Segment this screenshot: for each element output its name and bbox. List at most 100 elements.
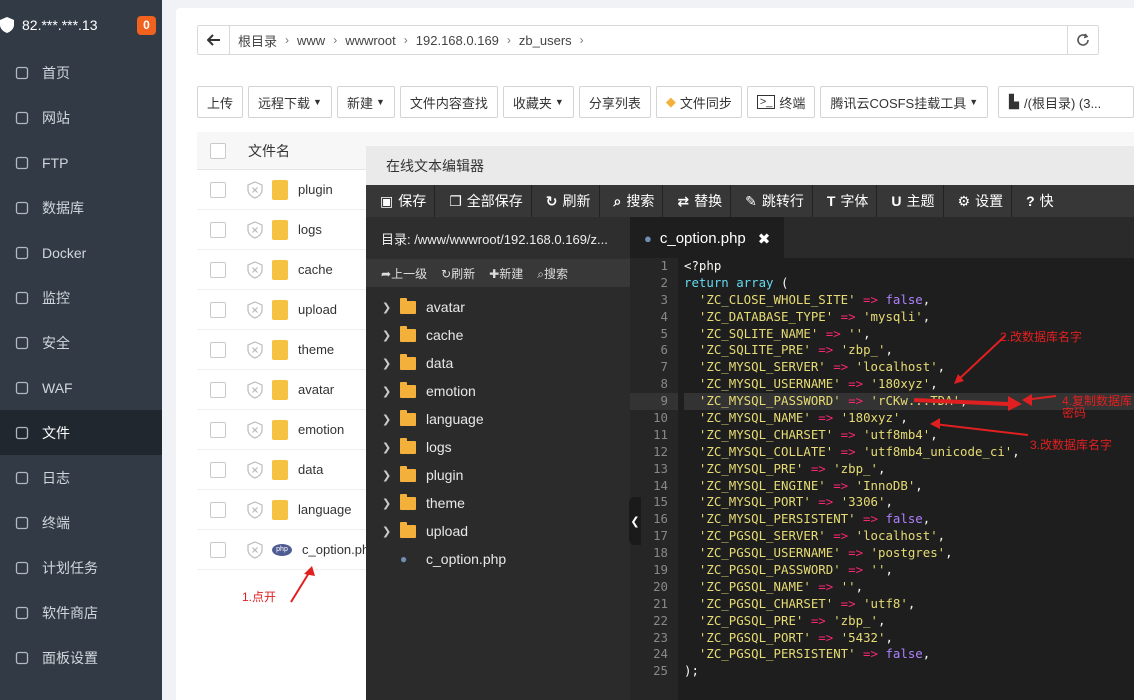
tree-folder[interactable]: ❯ theme (366, 489, 630, 517)
row-checkbox[interactable] (210, 501, 226, 518)
goto-line-button[interactable]: ✎ 跳转行 (731, 185, 813, 217)
sidebar-item-10[interactable]: 终端 (0, 500, 162, 545)
protect-shield-icon[interactable] (246, 380, 264, 399)
up-level-button[interactable]: ➦上一级 (381, 265, 427, 282)
breadcrumb-segment[interactable]: 192.168.0.169 (408, 33, 507, 48)
sidebar-item-11[interactable]: 计划任务 (0, 545, 162, 590)
protect-shield-icon[interactable] (246, 340, 264, 359)
theme-icon: U (891, 193, 902, 209)
row-checkbox[interactable] (210, 221, 226, 238)
new-button[interactable]: 新建 ▼ (336, 86, 395, 118)
file-sync-button[interactable]: ◆ 文件同步 (655, 86, 742, 118)
file-name[interactable]: cache (298, 262, 333, 277)
breadcrumb-segment[interactable]: www (289, 33, 333, 48)
sidebar-item-5[interactable]: 监控 (0, 275, 162, 320)
save-all-button[interactable]: ❐ 全部保存 (435, 185, 532, 217)
file-name[interactable]: upload (298, 302, 337, 317)
code-area[interactable]: 1 2 3 4 5 6 7 8 9 10 11 12 13 14 15 16 17 18 19 20 21 22 23 24 2… (630, 258, 1134, 700)
row-checkbox[interactable] (210, 461, 226, 478)
row-checkbox[interactable] (210, 421, 226, 438)
tree-folder[interactable]: ❯ data (366, 349, 630, 377)
refresh-icon: ↻ (545, 192, 558, 209)
row-checkbox[interactable] (210, 181, 226, 198)
refresh-button[interactable] (1067, 26, 1098, 54)
tree-folder[interactable]: ❯ cache (366, 321, 630, 349)
replace-button[interactable]: ⇄ 替换 (663, 185, 732, 217)
tree-folder[interactable]: ❯ emotion (366, 377, 630, 405)
terminal-button[interactable]: >_ 终端 (746, 86, 816, 118)
file-name[interactable]: logs (298, 222, 322, 237)
tab-c-option-php[interactable]: ● c_option.php ✖ (630, 217, 785, 258)
refresh-button[interactable]: ↻ 刷新 (532, 185, 600, 217)
chevron-right-icon: ❯ (382, 301, 392, 314)
share-list-button[interactable]: 分享列表 (578, 86, 651, 118)
tree-folder[interactable]: ❯ language (366, 405, 630, 433)
tree-new-button[interactable]: ✚新建 (489, 265, 523, 282)
sidebar-item-9[interactable]: 日志 (0, 455, 162, 500)
file-name[interactable]: theme (298, 342, 334, 357)
file-name[interactable]: plugin (298, 182, 333, 197)
remote-download-button[interactable]: 远程下载 ▼ (248, 86, 332, 118)
back-button[interactable] (198, 26, 230, 54)
settings-button[interactable]: ⚙ 设置 (944, 185, 1013, 217)
file-name[interactable]: avatar (298, 382, 334, 397)
code-line: 'ZC_DATABASE_TYPE' => 'mysqli', (698, 308, 931, 324)
file-name[interactable]: language (298, 502, 352, 517)
file-name[interactable]: data (298, 462, 323, 477)
sidebar-item-1[interactable]: 网站 (0, 95, 162, 140)
tree-file[interactable]: ● c_option.php (366, 545, 630, 573)
font-button[interactable]: T 字体 (813, 185, 878, 217)
close-icon[interactable]: ✖ (758, 230, 771, 248)
protect-shield-icon[interactable] (246, 300, 264, 319)
protect-shield-icon[interactable] (246, 420, 264, 439)
protect-shield-icon[interactable] (246, 500, 264, 519)
folder-icon (272, 299, 288, 320)
select-all-checkbox[interactable] (210, 142, 226, 159)
upload-button[interactable]: 上传 (197, 86, 244, 118)
sidebar-item-12[interactable]: 软件商店 (0, 590, 162, 635)
tree-folder[interactable]: ❯ logs (366, 433, 630, 461)
row-checkbox[interactable] (210, 341, 226, 358)
disk-select-button[interactable]: ▙/(根目录) (3... (998, 86, 1134, 118)
theme-button[interactable]: U 主题 (877, 185, 944, 217)
shortcuts-button[interactable]: ? 快 (1012, 185, 1062, 217)
tree-refresh-button[interactable]: ↻刷新 (441, 265, 475, 282)
sidebar-item-7[interactable]: WAF (0, 365, 162, 410)
protect-shield-icon[interactable] (246, 540, 264, 559)
notification-badge[interactable]: 0 (137, 16, 156, 35)
favorites-button[interactable]: 收藏夹 ▼ (502, 86, 574, 118)
sidebar-item-6[interactable]: 安全 (0, 320, 162, 365)
tree-folder[interactable]: ❯ avatar (366, 293, 630, 321)
sidebar-item-3[interactable]: 数据库 (0, 185, 162, 230)
sidebar-item-8[interactable]: 文件 (0, 410, 162, 455)
line-number: 7 (660, 359, 668, 375)
protect-shield-icon[interactable] (246, 180, 264, 199)
row-checkbox[interactable] (210, 381, 226, 398)
file-name[interactable]: emotion (298, 422, 344, 437)
chevron-right-icon: ❯ (382, 525, 392, 538)
diamond-icon: ◆ (665, 94, 676, 109)
sidebar-item-0[interactable]: 首页 (0, 50, 162, 95)
tree-search-button[interactable]: ⌕搜索 (537, 265, 568, 282)
filename-column-header[interactable]: 文件名 (248, 141, 290, 161)
protect-shield-icon[interactable] (246, 460, 264, 479)
breadcrumb-segment[interactable]: zb_users (511, 33, 580, 48)
search-button[interactable]: ⌕ 搜索 (600, 185, 664, 217)
content-search-button[interactable]: 文件内容查找 (399, 86, 498, 118)
sidebar-item-13[interactable]: 面板设置 (0, 635, 162, 680)
collapse-tree-button[interactable]: ❮ (629, 497, 641, 545)
tree-folder[interactable]: ❯ plugin (366, 461, 630, 489)
cosfs-mount-button[interactable]: 腾讯云COSFS挂载工具 ▼ (820, 86, 989, 118)
sidebar-item-2[interactable]: FTP (0, 140, 162, 185)
sidebar-item-4[interactable]: Docker (0, 230, 162, 275)
save-button[interactable]: ▣ 保存 (366, 185, 436, 217)
folder-icon (400, 465, 416, 482)
row-checkbox[interactable] (210, 541, 226, 558)
protect-shield-icon[interactable] (246, 220, 264, 239)
row-checkbox[interactable] (210, 301, 226, 318)
breadcrumb-segment[interactable]: wwwroot (337, 33, 404, 48)
protect-shield-icon[interactable] (246, 260, 264, 279)
row-checkbox[interactable] (210, 261, 226, 278)
tree-folder[interactable]: ❯ upload (366, 517, 630, 545)
breadcrumb-segment[interactable]: 根目录 (230, 31, 285, 50)
